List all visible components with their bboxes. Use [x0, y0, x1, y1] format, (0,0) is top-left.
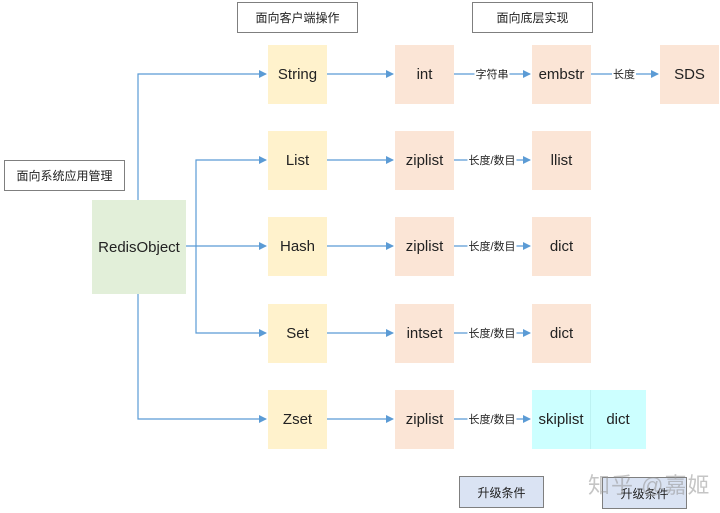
- encoding-skiplist-dict: skiplist dict: [532, 390, 646, 449]
- condition-string-2: 长度: [612, 66, 636, 82]
- condition-hash: 长度/数目: [467, 238, 517, 254]
- type-hash: Hash: [268, 217, 327, 276]
- encoding-skiplist: skiplist: [538, 411, 584, 428]
- encoding-zset-ziplist: ziplist: [395, 390, 454, 449]
- condition-set: 长度/数目: [467, 325, 517, 341]
- header-client-ops: 面向客户端操作: [237, 2, 358, 33]
- encoding-set-dict: dict: [532, 304, 591, 363]
- condition-string-1: 字符串: [474, 66, 510, 82]
- edge-root-list: [195, 156, 267, 246]
- encoding-hash-dict: dict: [532, 217, 591, 276]
- encoding-intset: intset: [395, 304, 454, 363]
- watermark: 知乎 @嘉姬: [588, 473, 711, 498]
- encoding-llist: llist: [532, 131, 591, 190]
- header-system-mgmt: 面向系统应用管理: [4, 160, 125, 191]
- type-list: List: [268, 131, 327, 190]
- upgrade-condition-box-1: 升级条件: [459, 476, 544, 508]
- header-underlying-impl: 面向底层实现: [472, 2, 593, 33]
- edge-root-set: [195, 246, 267, 337]
- edge-root-string: [137, 70, 267, 200]
- encoding-hash-ziplist: ziplist: [395, 217, 454, 276]
- encoding-int: int: [395, 45, 454, 104]
- encoding-list-ziplist: ziplist: [395, 131, 454, 190]
- encoding-zset-dict: dict: [606, 411, 630, 428]
- condition-list: 长度/数目: [467, 152, 517, 168]
- type-string: String: [268, 45, 327, 104]
- condition-zset: 长度/数目: [467, 411, 517, 427]
- encoding-sds: SDS: [660, 45, 719, 104]
- type-zset: Zset: [268, 390, 327, 449]
- redisobject-node: RedisObject: [92, 200, 186, 294]
- type-set: Set: [268, 304, 327, 363]
- edge-root-zset: [137, 293, 267, 423]
- encoding-embstr: embstr: [532, 45, 591, 104]
